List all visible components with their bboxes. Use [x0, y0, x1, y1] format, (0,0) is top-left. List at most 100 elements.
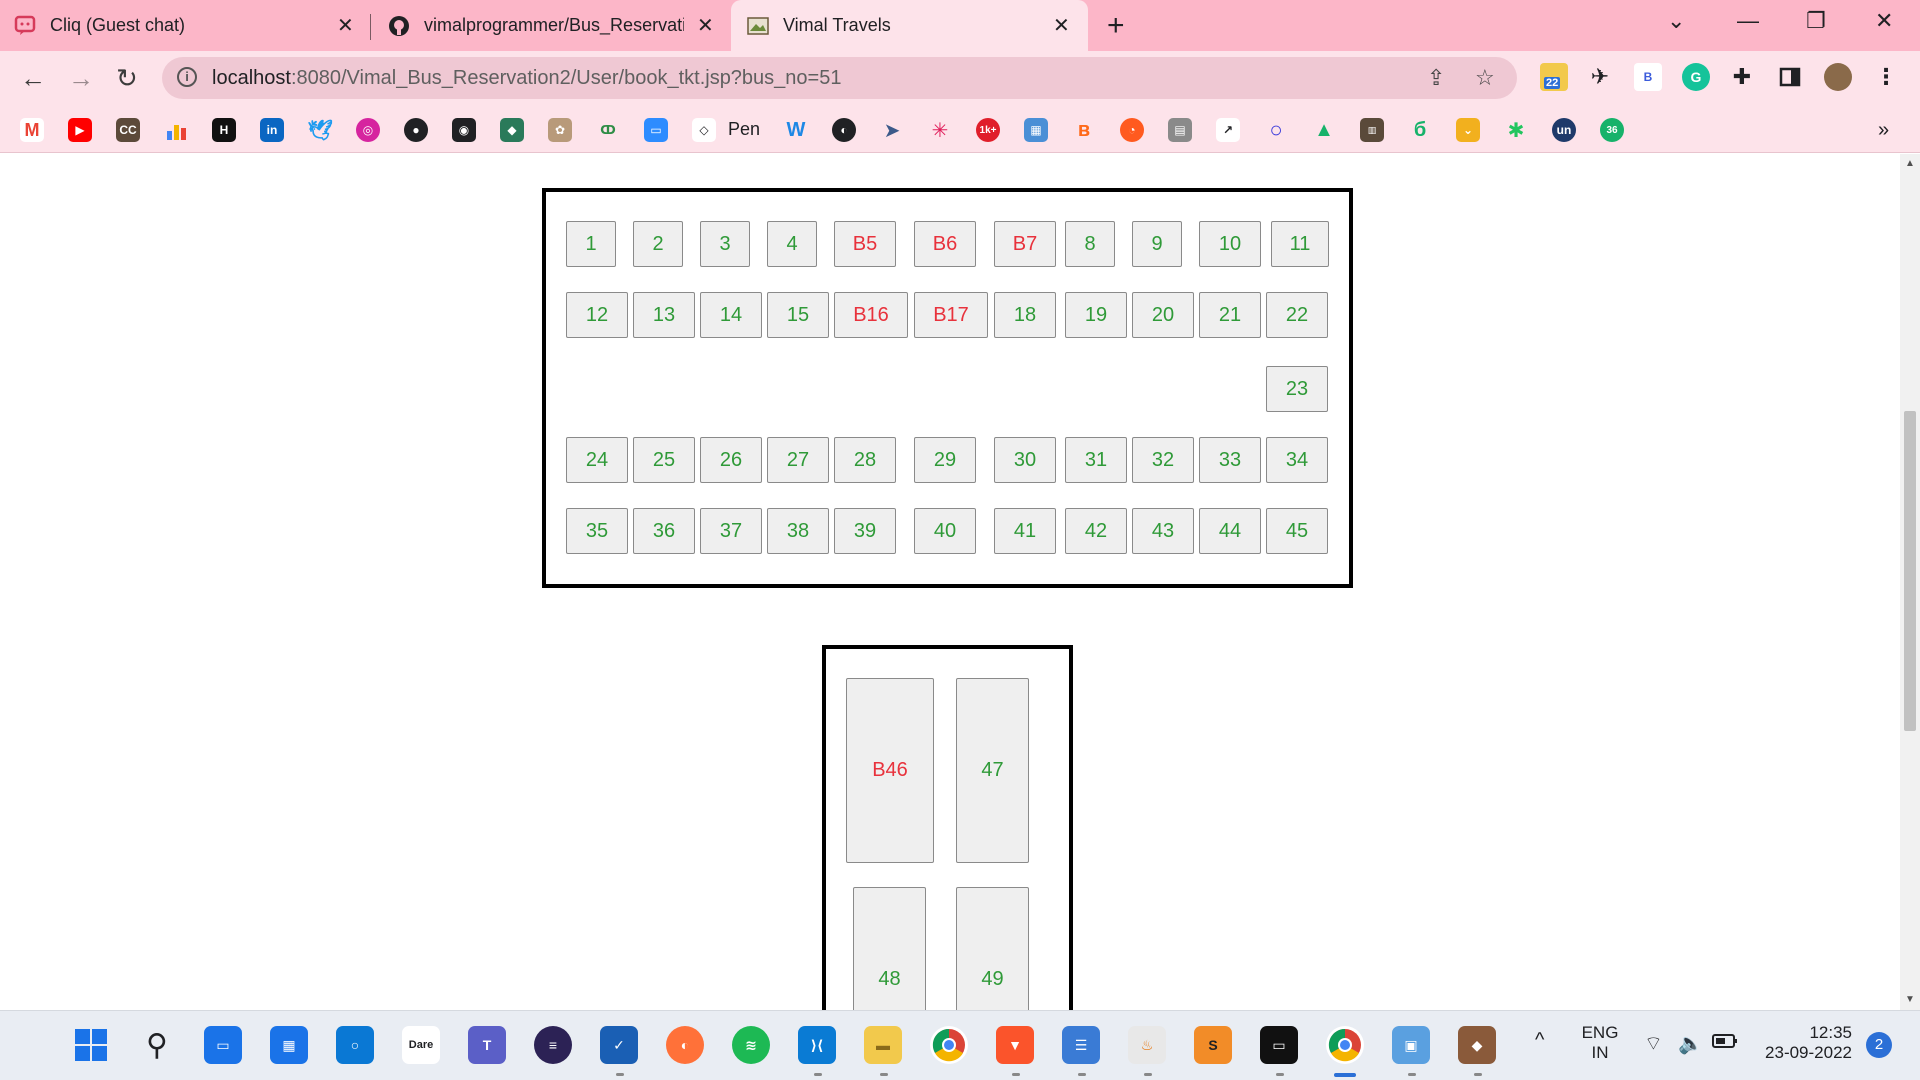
seat[interactable]: 20 [1132, 292, 1194, 338]
seat[interactable]: 40 [914, 508, 976, 554]
seat[interactable]: 2 [633, 221, 683, 267]
seat[interactable]: 39 [834, 508, 896, 554]
seat[interactable]: 33 [1199, 437, 1261, 483]
globe-icon[interactable]: ◐ [832, 118, 856, 142]
extension-icon-2[interactable]: ✈ [1586, 63, 1614, 91]
firefox-icon[interactable]: ◐ [666, 1026, 704, 1064]
forward-icon[interactable]: → [68, 63, 94, 94]
seat[interactable]: 13 [633, 292, 695, 338]
seat[interactable]: 44 [1199, 508, 1261, 554]
seat[interactable]: 42 [1065, 508, 1127, 554]
send-icon[interactable]: ➤ [880, 118, 904, 142]
seat[interactable]: 45 [1266, 508, 1328, 554]
seat[interactable]: 31 [1065, 437, 1127, 483]
minimize-button[interactable]: — [1737, 8, 1759, 34]
sublime-icon[interactable]: S [1194, 1026, 1232, 1064]
tree-icon[interactable]: ▲ [1312, 118, 1336, 142]
seat[interactable]: 10 [1199, 221, 1261, 267]
unacademy-icon[interactable]: un [1552, 118, 1576, 142]
dare-app-icon[interactable]: Dare [402, 1026, 440, 1064]
app-icon-box[interactable]: ◆ [1458, 1026, 1496, 1064]
seat[interactable]: B16 [834, 292, 908, 338]
seat[interactable]: 41 [994, 508, 1056, 554]
search-icon[interactable]: ⚲ [138, 1026, 176, 1064]
spotify-icon[interactable]: ≋ [732, 1026, 770, 1064]
seat[interactable]: 11 [1271, 221, 1329, 267]
codepen-label[interactable]: Pen [728, 119, 760, 140]
bookmark-icon-b-orange[interactable]: ʙ [1072, 118, 1096, 142]
app-icon-blue-square[interactable]: ○ [336, 1026, 374, 1064]
seat[interactable]: B7 [994, 221, 1056, 267]
close-icon[interactable]: ✕ [337, 13, 354, 38]
menu-kebab-icon[interactable]: ⋮ [1872, 63, 1900, 91]
reload-icon[interactable]: ↻ [116, 63, 138, 94]
bookmark-badge-1k[interactable]: 1k+ [976, 118, 1000, 142]
codepen-icon[interactable]: ◇ [692, 118, 716, 142]
vscode-icon[interactable]: ⟩⟨ [798, 1026, 836, 1064]
calendar-extension-icon[interactable]: 22 [1540, 63, 1568, 91]
seat[interactable]: 4 [767, 221, 817, 267]
clock[interactable]: 12:35 23-09-2022 [1750, 1023, 1852, 1063]
seat[interactable]: 25 [633, 437, 695, 483]
chrome-taskbar-icon[interactable] [930, 1026, 968, 1064]
tab-vimal-travels[interactable]: Vimal Travels ✕ [731, 0, 1088, 51]
seat[interactable]: 37 [700, 508, 762, 554]
seat[interactable]: 32 [1132, 437, 1194, 483]
seat[interactable]: 38 [767, 508, 829, 554]
gmail-icon[interactable]: M [20, 118, 44, 142]
sleeper-berth[interactable]: 49 [956, 887, 1029, 1010]
webflow-icon[interactable]: W [784, 118, 808, 142]
vertical-scrollbar[interactable]: ▲ ▼ [1900, 154, 1920, 1010]
battery-icon[interactable] [1712, 1033, 1738, 1054]
trend-icon[interactable]: ↗ [1216, 118, 1240, 142]
teams-icon[interactable]: T [468, 1026, 506, 1064]
seat[interactable]: B17 [914, 292, 988, 338]
seat[interactable]: 23 [1266, 366, 1328, 412]
file-explorer-icon[interactable]: ▬ [864, 1026, 902, 1064]
language-indicator[interactable]: ENG IN [1578, 1023, 1622, 1063]
circle-icon[interactable]: ○ [1264, 117, 1288, 142]
seat[interactable]: 9 [1132, 221, 1182, 267]
sleeper-berth[interactable]: 47 [956, 678, 1029, 863]
youtube-icon[interactable]: ▶ [68, 118, 92, 142]
twitter-icon[interactable]: 🕊 [307, 118, 333, 142]
new-tab-button[interactable]: + [1107, 9, 1125, 43]
seat[interactable]: 21 [1199, 292, 1261, 338]
back-icon[interactable]: ← [20, 63, 46, 94]
linkedin-icon[interactable]: in [260, 118, 284, 142]
whiteboard-icon[interactable]: ✓ [600, 1026, 638, 1064]
control-panel-icon[interactable]: ▣ [1392, 1026, 1430, 1064]
start-windows-icon[interactable] [72, 1026, 110, 1064]
codechef-icon[interactable]: CC [116, 118, 140, 142]
seat[interactable]: 24 [566, 437, 628, 483]
seat[interactable]: 28 [834, 437, 896, 483]
sleeper-berth[interactable]: B46 [846, 678, 934, 863]
zoom-icon[interactable]: ▭ [644, 118, 668, 142]
seat[interactable]: 12 [566, 292, 628, 338]
eclipse-icon[interactable]: ≡ [534, 1026, 572, 1064]
restore-button[interactable]: ❐ [1806, 8, 1826, 34]
profile-avatar[interactable] [1824, 63, 1852, 91]
tray-overflow-chevron-icon[interactable]: ^ [1535, 1029, 1544, 1052]
bookmarks-overflow-icon[interactable]: » [1878, 119, 1889, 142]
seat[interactable]: 26 [700, 437, 762, 483]
sleeper-berth[interactable]: 48 [853, 887, 926, 1010]
brave-icon[interactable]: ▼ [996, 1026, 1034, 1064]
scroll-up-icon[interactable]: ▲ [1905, 158, 1915, 169]
seat[interactable]: 8 [1065, 221, 1115, 267]
close-icon[interactable]: ✕ [697, 13, 714, 38]
bookmark-icon-globe[interactable]: ◆ [500, 118, 524, 142]
instagram-icon[interactable]: ◎ [356, 118, 380, 142]
bookmark-icon-bus[interactable]: ▤ [1168, 118, 1192, 142]
seat[interactable]: 27 [767, 437, 829, 483]
address-bar[interactable]: i localhost:8080/Vimal_Bus_Reservation2/… [162, 57, 1517, 99]
seat[interactable]: 30 [994, 437, 1056, 483]
volume-icon[interactable]: 🔈 [1678, 1031, 1703, 1056]
chrome-profile-taskbar-icon[interactable] [1326, 1026, 1364, 1064]
grammarly-icon[interactable]: G [1682, 63, 1710, 91]
extensions-puzzle-icon[interactable]: ✚ [1728, 63, 1756, 91]
seat[interactable]: 22 [1266, 292, 1328, 338]
java-icon[interactable]: ♨ [1128, 1026, 1166, 1064]
hackerrank-icon[interactable]: H [212, 118, 236, 142]
seat[interactable]: 36 [633, 508, 695, 554]
